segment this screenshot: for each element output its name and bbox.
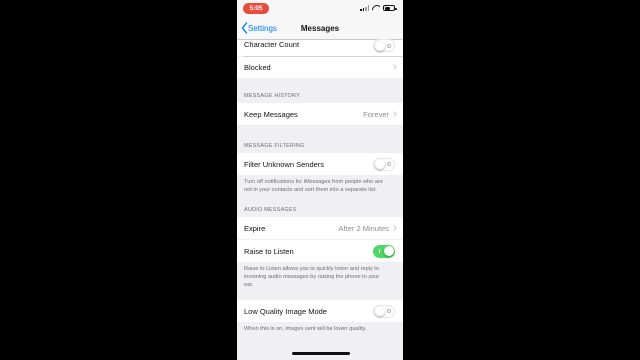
row-label: Low Quality Image Mode <box>244 307 327 316</box>
signal-icon <box>360 5 369 11</box>
row-label: Expire <box>244 224 266 233</box>
status-bar: 5:05 <box>237 0 403 18</box>
row-keep-messages[interactable]: Keep Messages Forever <box>237 103 403 125</box>
row-filter-unknown-senders[interactable]: Filter Unknown Senders <box>237 153 403 175</box>
row-low-quality-image-mode[interactable]: Low Quality Image Mode <box>237 300 403 322</box>
row-value: Forever <box>363 110 389 119</box>
row-blocked[interactable]: Blocked <box>237 56 403 78</box>
row-character-count[interactable]: Character Count <box>237 39 403 56</box>
filter-unknown-toggle[interactable] <box>373 157 395 171</box>
row-expire[interactable]: Expire After 2 Minutes <box>237 217 403 239</box>
wifi-icon <box>372 5 380 11</box>
battery-icon <box>383 5 397 11</box>
phone-screen: 5:05 Settings Messages Character Count B… <box>237 0 403 360</box>
row-label: Keep Messages <box>244 110 298 119</box>
row-value: After 2 Minutes <box>338 224 389 233</box>
raise-footer: Raise to Listen allows you to quickly li… <box>244 266 380 289</box>
back-label: Settings <box>248 23 277 33</box>
back-button[interactable]: Settings <box>241 22 277 34</box>
row-label: Raise to Listen <box>244 247 294 256</box>
low-quality-footer: When this is on, images sent will be low… <box>244 326 367 332</box>
section-header-message-history: MESSAGE HISTORY <box>244 93 300 99</box>
home-indicator[interactable] <box>292 352 350 355</box>
status-icons <box>360 5 397 11</box>
character-count-toggle[interactable] <box>373 39 395 52</box>
row-label: Filter Unknown Senders <box>244 160 325 169</box>
raise-to-listen-toggle[interactable] <box>373 244 395 258</box>
row-label: Character Count <box>244 40 300 49</box>
row-raise-to-listen[interactable]: Raise to Listen <box>237 240 403 262</box>
chevron-right-icon <box>393 64 397 70</box>
filter-footer: Turn off notifications for iMessages fro… <box>244 179 383 194</box>
navigation-bar: Settings Messages <box>237 18 403 40</box>
section-header-audio-messages: AUDIO MESSAGES <box>244 207 297 213</box>
row-label: Blocked <box>244 62 271 72</box>
chevron-left-icon <box>241 22 248 34</box>
status-time[interactable]: 5:05 <box>243 3 269 14</box>
low-quality-toggle[interactable] <box>373 304 395 318</box>
section-header-message-filtering: MESSAGE FILTERING <box>244 143 305 149</box>
chevron-right-icon <box>393 111 397 117</box>
chevron-right-icon <box>393 225 397 231</box>
